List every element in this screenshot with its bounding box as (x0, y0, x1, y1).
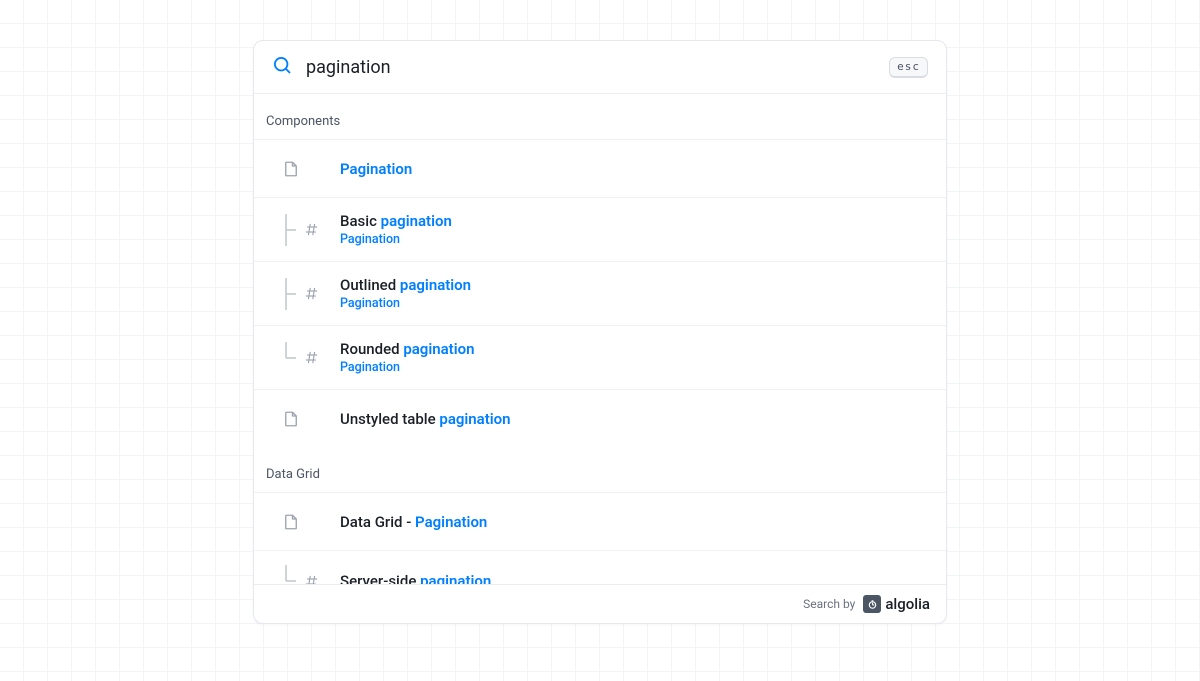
result-text: Pagination (340, 160, 412, 178)
search-result[interactable]: Outlined pagination Pagination (254, 261, 946, 325)
search-result[interactable]: Rounded pagination Pagination (254, 325, 946, 389)
result-text: Unstyled table pagination (340, 410, 511, 428)
result-title: Basic pagination (340, 212, 452, 230)
result-text: Outlined pagination Pagination (340, 276, 471, 311)
search-header: esc (254, 41, 946, 94)
search-result[interactable]: Basic pagination Pagination (254, 197, 946, 261)
search-by-label: Search by (803, 597, 855, 611)
algolia-credit: algolia (863, 595, 930, 613)
section-title: Components (254, 94, 946, 139)
hash-icon (282, 214, 320, 246)
result-title: Unstyled table pagination (340, 410, 511, 428)
result-text: Basic pagination Pagination (340, 212, 452, 247)
search-result[interactable]: Pagination (254, 139, 946, 197)
escape-key-hint[interactable]: esc (889, 57, 928, 78)
result-breadcrumb: Pagination (340, 360, 474, 375)
section-title: Data Grid (254, 447, 946, 492)
search-input[interactable] (306, 57, 875, 78)
result-title: Pagination (340, 160, 412, 178)
result-breadcrumb: Pagination (340, 232, 452, 247)
search-result[interactable]: Server-side pagination (254, 550, 946, 584)
search-result[interactable]: Data Grid - Pagination (254, 492, 946, 550)
page-icon (282, 159, 320, 179)
result-title: Outlined pagination (340, 276, 471, 294)
hash-icon (282, 342, 320, 374)
page-icon (282, 409, 320, 429)
result-title: Rounded pagination (340, 340, 474, 358)
algolia-label: algolia (885, 595, 930, 613)
page-icon (282, 512, 320, 532)
hash-icon (282, 278, 320, 310)
search-results[interactable]: Components Pagination Basic pagination Pagi… (254, 94, 946, 584)
search-result[interactable]: Unstyled table pagination (254, 389, 946, 447)
result-title: Data Grid - Pagination (340, 513, 487, 531)
result-text: Data Grid - Pagination (340, 513, 487, 531)
result-text: Rounded pagination Pagination (340, 340, 474, 375)
search-modal: esc ComponentsPaginationBasic pagination… (253, 40, 947, 624)
result-breadcrumb: Pagination (340, 296, 471, 311)
result-title: Server-side pagination (340, 572, 491, 584)
algolia-icon (863, 595, 881, 613)
hash-icon (282, 565, 320, 584)
search-icon (272, 55, 292, 79)
result-text: Server-side pagination (340, 572, 491, 584)
search-footer: Search by algolia (254, 584, 946, 623)
